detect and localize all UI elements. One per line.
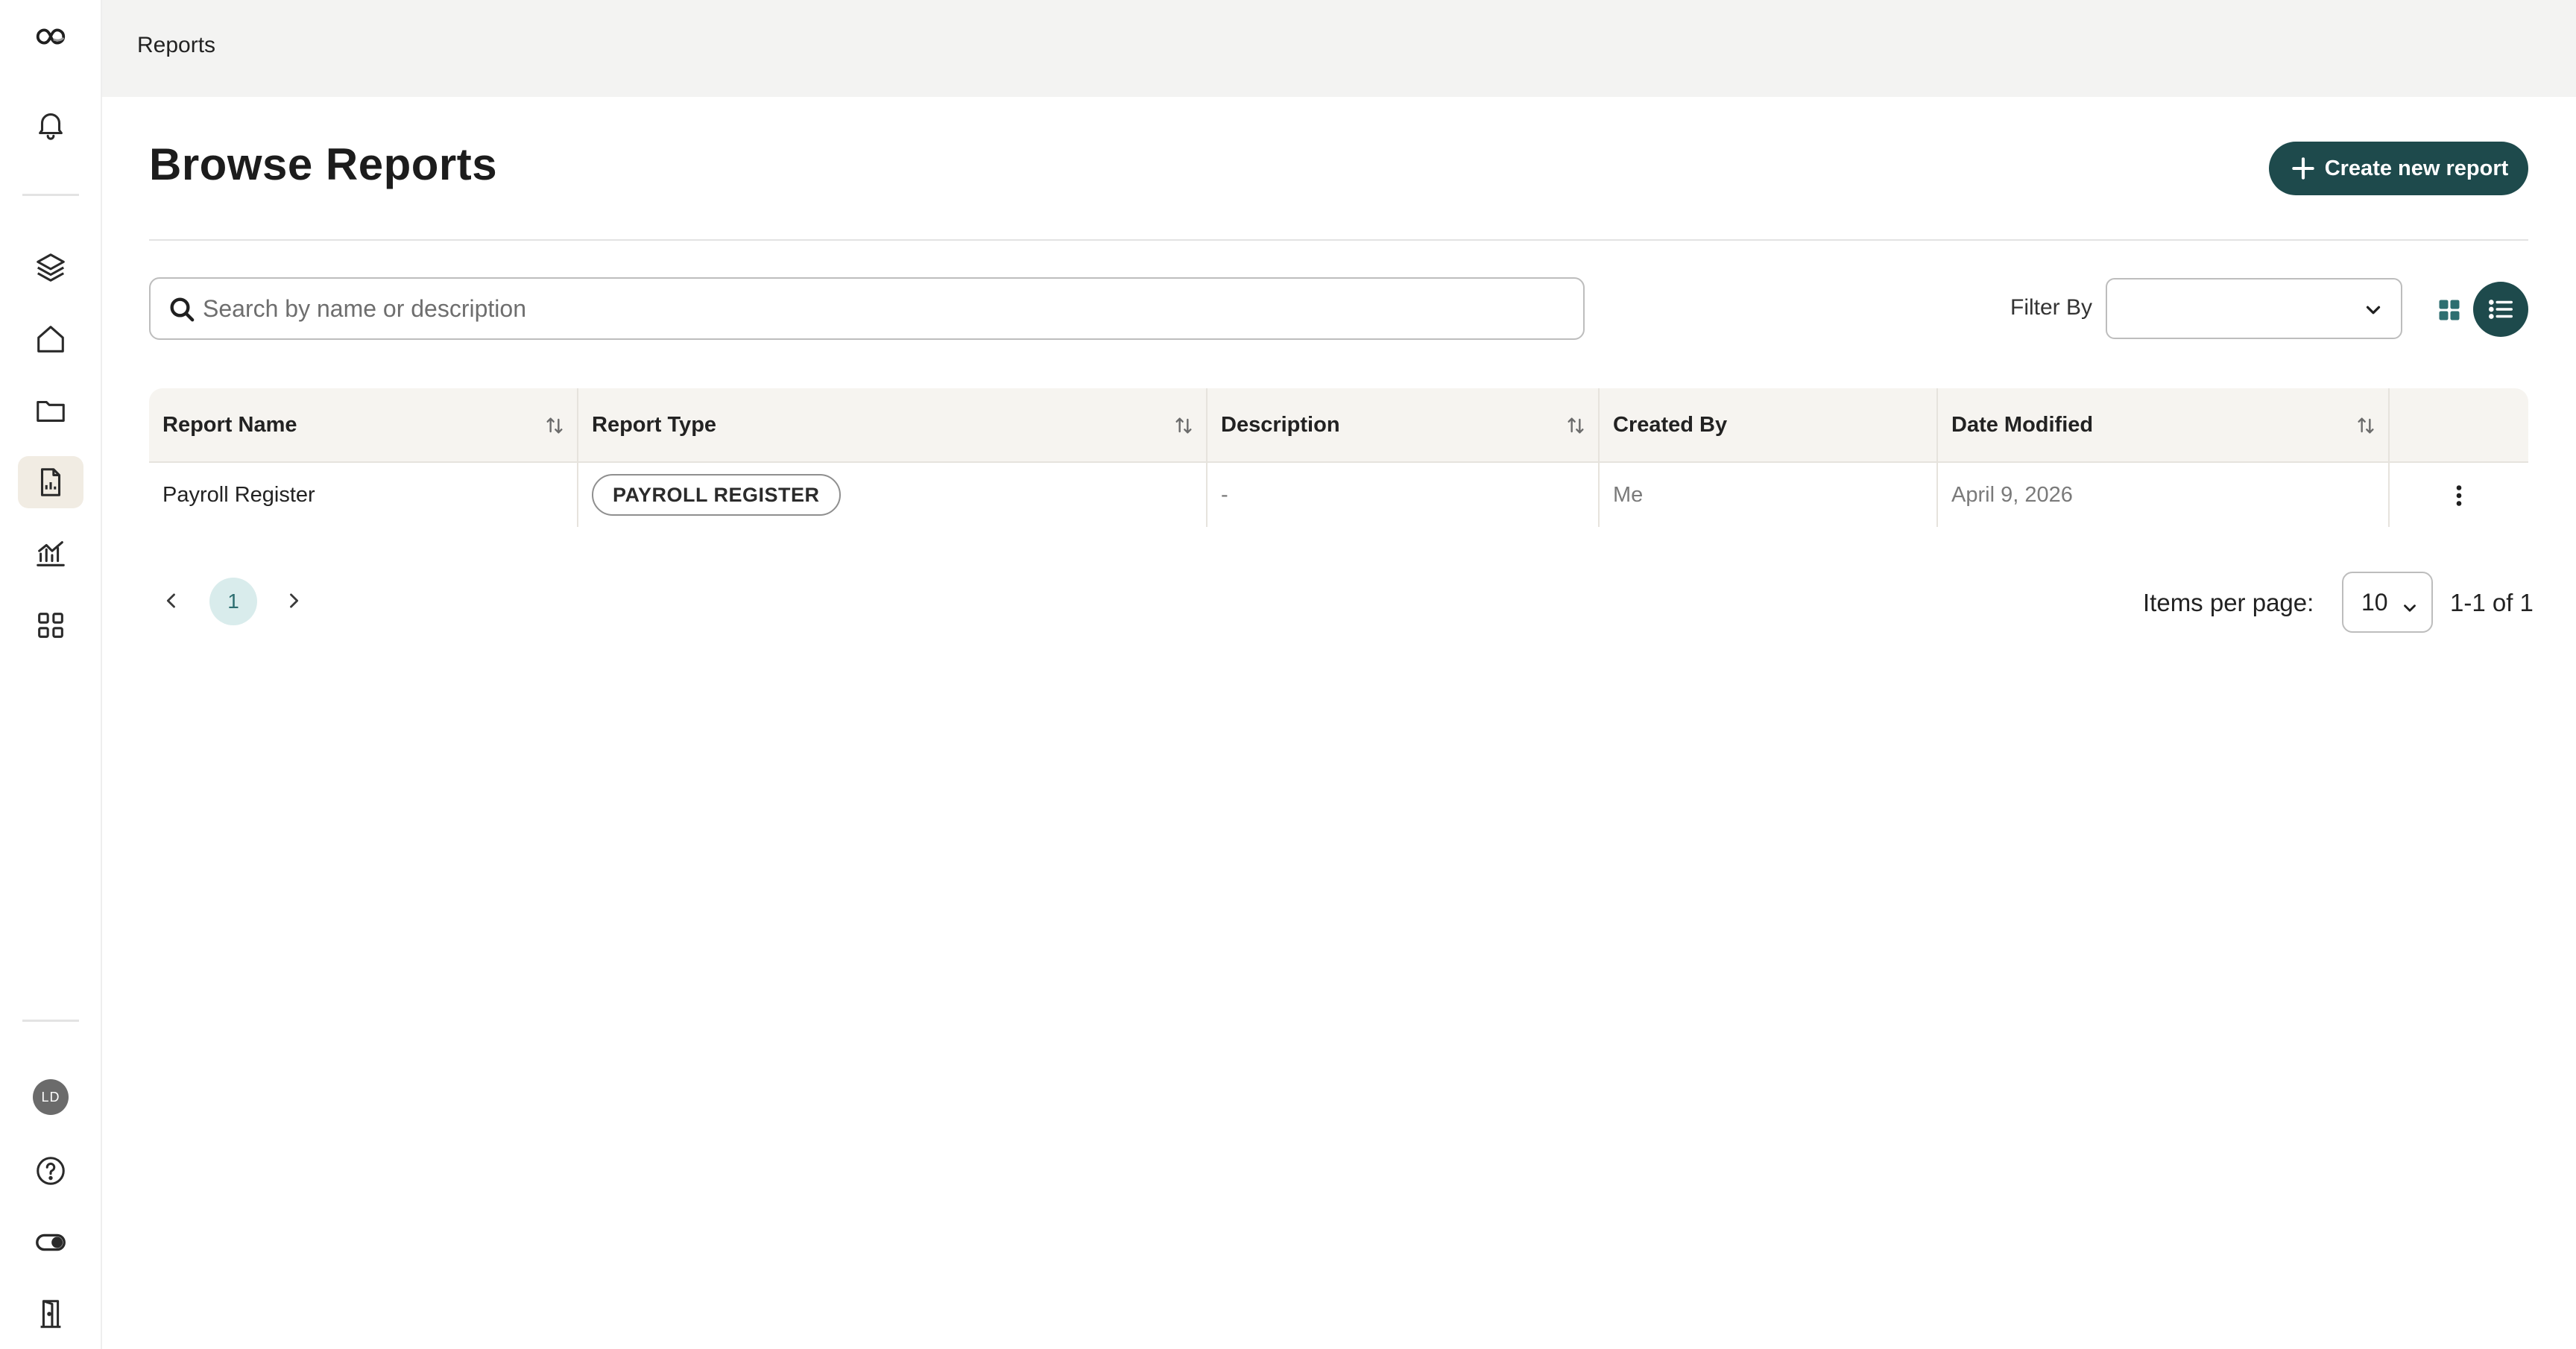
logo-icon: [36, 28, 66, 45]
sidebar-item-reports[interactable]: [18, 456, 83, 508]
sidebar: LD: [0, 0, 102, 1349]
chevron-down-icon: [2366, 306, 2381, 315]
report-type-badge: PAYROLL REGISTER: [592, 474, 841, 516]
plus-icon: [2291, 157, 2314, 180]
cell-actions: [2388, 463, 2528, 527]
cell-date-modified: April 9, 2026: [1936, 463, 2388, 527]
title-divider: [149, 239, 2528, 241]
line-chart-icon: [37, 541, 65, 566]
sidebar-divider: [22, 1020, 79, 1022]
filter-by-select[interactable]: [2106, 278, 2402, 339]
create-new-report-button[interactable]: Create new report: [2269, 142, 2528, 195]
sort-icon[interactable]: [2354, 414, 2378, 437]
cell-report-type: PAYROLL REGISTER: [577, 463, 1206, 527]
pagination-range: 1-1 of 1: [2450, 589, 2534, 616]
bell-icon: [39, 113, 63, 140]
column-header-label: Report Type: [592, 412, 717, 437]
sidebar-item-logout[interactable]: [18, 1288, 83, 1340]
breadcrumb[interactable]: Reports: [137, 33, 215, 58]
column-header-created-by[interactable]: Created By: [1598, 388, 1936, 461]
items-per-page-label: Items per page:: [2143, 589, 2314, 616]
search-box[interactable]: [149, 277, 1585, 340]
search-icon: [170, 297, 195, 322]
items-per-page-value: 10: [2361, 588, 2388, 616]
sidebar-item-layers[interactable]: [18, 241, 83, 294]
toggle-icon: [36, 1233, 66, 1251]
next-page-button[interactable]: [279, 586, 309, 616]
cell-report-name[interactable]: Payroll Register: [149, 463, 577, 527]
column-header-report-type[interactable]: Report Type: [577, 388, 1206, 461]
create-new-report-label: Create new report: [2324, 156, 2509, 180]
grid-icon: [38, 613, 63, 638]
sidebar-item-notifications[interactable]: [18, 98, 83, 151]
list-view-icon: [2489, 300, 2513, 319]
column-header-label: Report Name: [162, 412, 297, 437]
column-header-date-modified[interactable]: Date Modified: [1936, 388, 2388, 461]
table-row[interactable]: Payroll Register PAYROLL REGISTER - Me A…: [149, 463, 2528, 527]
grid-view-icon: [2439, 300, 2460, 320]
door-icon: [40, 1300, 61, 1328]
page-number-button[interactable]: 1: [209, 578, 257, 625]
chevron-left-icon: [166, 593, 175, 608]
date-modified-text: April 9, 2026: [1951, 482, 2073, 507]
grid-view-button[interactable]: [2422, 283, 2476, 337]
app-logo[interactable]: [18, 10, 83, 63]
folder-icon: [37, 400, 65, 422]
column-header-report-name[interactable]: Report Name: [149, 388, 577, 461]
created-by-text: Me: [1613, 482, 1644, 507]
top-bar: Reports: [102, 0, 2576, 97]
cell-created-by: Me: [1598, 463, 1936, 527]
sidebar-item-apps[interactable]: [18, 599, 83, 651]
sidebar-item-files[interactable]: [18, 385, 83, 437]
items-per-page-select[interactable]: 10: [2342, 572, 2433, 633]
column-header-label: Description: [1221, 412, 1340, 437]
more-options-icon[interactable]: [2446, 482, 2472, 509]
report-document-icon: [40, 468, 61, 496]
help-icon: [37, 1157, 65, 1185]
description-text: -: [1221, 482, 1228, 507]
home-icon: [37, 326, 64, 353]
sort-icon[interactable]: [1564, 414, 1588, 437]
sidebar-item-theme-toggle[interactable]: [18, 1216, 83, 1269]
layers-icon: [37, 253, 65, 282]
sidebar-item-home[interactable]: [18, 313, 83, 365]
sidebar-item-help[interactable]: [18, 1145, 83, 1197]
sidebar-item-analytics[interactable]: [18, 528, 83, 580]
sort-icon[interactable]: [1172, 414, 1196, 437]
filter-by-label: Filter By: [2010, 295, 2093, 320]
chevron-down-icon: [2404, 604, 2416, 612]
column-header-label: Date Modified: [1951, 412, 2094, 437]
chevron-right-icon: [290, 593, 299, 608]
column-header-label: Created By: [1613, 412, 1728, 437]
report-name-text: Payroll Register: [162, 482, 315, 507]
sort-icon[interactable]: [543, 414, 566, 437]
search-input[interactable]: [201, 288, 1565, 329]
avatar[interactable]: LD: [33, 1079, 69, 1115]
reports-table: Report Name Report Type Description Crea…: [149, 388, 2528, 527]
sidebar-divider: [22, 194, 79, 196]
column-header-actions: [2388, 388, 2528, 461]
table-header: Report Name Report Type Description Crea…: [149, 388, 2528, 463]
page-title: Browse Reports: [149, 139, 498, 189]
column-header-description[interactable]: Description: [1206, 388, 1598, 461]
list-view-button[interactable]: [2473, 282, 2528, 337]
previous-page-button[interactable]: [157, 586, 186, 616]
cell-description: -: [1206, 463, 1598, 527]
